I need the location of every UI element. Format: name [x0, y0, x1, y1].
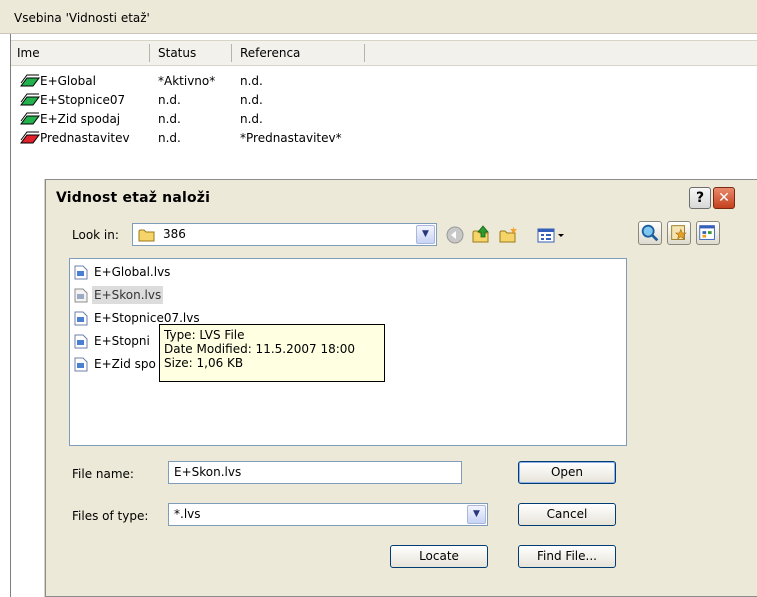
- row-reference: n.d.: [240, 112, 263, 126]
- file-icon: [74, 311, 88, 326]
- panel-title: Vsebina 'Vidnosti etaž': [14, 11, 150, 25]
- column-separator[interactable]: [364, 44, 365, 62]
- row-name: Prednastavitev: [40, 131, 130, 145]
- layer-green-icon: [20, 74, 40, 87]
- view-menu-icon[interactable]: [536, 224, 570, 246]
- up-folder-icon[interactable]: [470, 224, 492, 246]
- column-header-status[interactable]: Status: [152, 41, 196, 65]
- panel-title-bar: Vsebina 'Vidnosti etaž': [0, 0, 757, 34]
- file-item-selected[interactable]: E+Skon.lvs: [74, 286, 274, 304]
- files-of-type-value: *.lvs: [174, 507, 201, 521]
- column-separator[interactable]: [149, 44, 150, 62]
- open-file-dialog: Vidnost etaž naloži ? ✕ Look in: 386 ▼ E…: [45, 179, 757, 597]
- row-status: n.d.: [158, 112, 181, 126]
- locate-button[interactable]: Locate: [390, 545, 488, 568]
- file-name: E+Global.lvs: [94, 265, 171, 279]
- row-reference: *Prednastavitev*: [240, 131, 342, 145]
- cancel-button[interactable]: Cancel: [518, 503, 616, 526]
- tooltip-type: Type: LVS File: [164, 328, 245, 342]
- file-icon: [74, 288, 88, 303]
- look-in-value: 386: [163, 227, 186, 241]
- chevron-down-icon[interactable]: ▼: [416, 225, 435, 244]
- row-name: E+Global: [40, 74, 96, 88]
- search-icon[interactable]: [638, 221, 662, 245]
- files-of-type-label: Files of type:: [72, 509, 149, 523]
- grid-header: Ime Status Referenca: [11, 40, 757, 66]
- file-name-label: File name:: [72, 467, 134, 481]
- row-reference: n.d.: [240, 74, 263, 88]
- favorites-icon[interactable]: [667, 221, 691, 245]
- files-of-type-dropdown[interactable]: *.lvs ▼: [168, 503, 488, 526]
- look-in-label: Look in:: [72, 228, 119, 242]
- chevron-down-icon[interactable]: ▼: [467, 505, 486, 524]
- file-name: E+Stopni: [94, 334, 150, 348]
- find-file-button[interactable]: Find File...: [518, 545, 616, 568]
- file-name-input[interactable]: E+Skon.lvs: [168, 461, 462, 484]
- tooltip-size: Size: 1,06 KB: [164, 356, 244, 370]
- tooltip-modified: Date Modified: 11.5.2007 18:00: [164, 342, 356, 356]
- new-folder-icon[interactable]: [498, 224, 520, 246]
- row-status: n.d.: [158, 131, 181, 145]
- file-icon: [74, 334, 88, 349]
- layer-red-icon: [20, 131, 40, 144]
- file-info-tooltip: Type: LVS File Date Modified: 11.5.2007 …: [159, 324, 385, 382]
- column-header-referenca[interactable]: Referenca: [234, 41, 300, 65]
- file-name: E+Zid spo: [94, 357, 156, 371]
- open-button[interactable]: Open: [518, 461, 616, 484]
- row-status: *Aktivno*: [158, 74, 216, 88]
- file-icon: [74, 265, 88, 280]
- row-reference: n.d.: [240, 93, 263, 107]
- dialog-title: Vidnost etaž naloži: [56, 190, 211, 206]
- column-header-ime[interactable]: Ime: [11, 41, 40, 65]
- file-item[interactable]: E+Global.lvs: [74, 263, 274, 281]
- file-icon: [74, 357, 88, 372]
- layer-green-icon: [20, 93, 40, 106]
- help-button[interactable]: ?: [689, 187, 711, 209]
- folder-icon: [138, 229, 155, 242]
- properties-icon[interactable]: [696, 221, 720, 245]
- row-name: E+Stopnice07: [40, 93, 126, 107]
- look-in-dropdown[interactable]: 386 ▼: [132, 223, 437, 246]
- row-name: E+Zid spodaj: [40, 112, 121, 126]
- column-separator[interactable]: [231, 44, 232, 62]
- back-icon[interactable]: [444, 224, 466, 246]
- close-button[interactable]: ✕: [713, 187, 735, 209]
- layer-green-icon: [20, 112, 40, 125]
- row-status: n.d.: [158, 93, 181, 107]
- file-name: E+Skon.lvs: [92, 286, 164, 304]
